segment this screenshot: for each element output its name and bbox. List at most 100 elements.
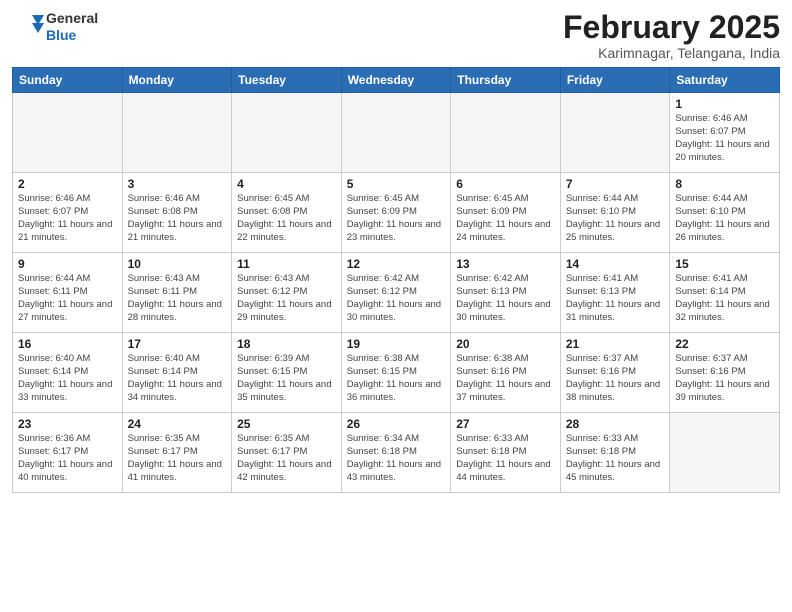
weekday-header-saturday: Saturday	[670, 68, 780, 93]
logo-bird-icon	[12, 11, 44, 43]
day-number: 12	[347, 257, 446, 271]
day-info: Sunrise: 6:33 AMSunset: 6:18 PMDaylight:…	[456, 433, 555, 484]
week-row-4: 23 Sunrise: 6:36 AMSunset: 6:17 PMDayligh…	[13, 413, 780, 493]
day-info: Sunrise: 6:34 AMSunset: 6:18 PMDaylight:…	[347, 433, 446, 484]
day-number: 15	[675, 257, 774, 271]
day-info: Sunrise: 6:46 AMSunset: 6:07 PMDaylight:…	[675, 113, 774, 164]
day-number: 10	[128, 257, 227, 271]
day-cell: 11 Sunrise: 6:43 AMSunset: 6:12 PMDayligh…	[232, 253, 342, 333]
day-number: 17	[128, 337, 227, 351]
day-cell: 8Sunrise: 6:44 AMSunset: 6:10 PMDaylight…	[670, 173, 780, 253]
day-cell: 18Sunrise: 6:39 AMSunset: 6:15 PMDayligh…	[232, 333, 342, 413]
day-number: 13	[456, 257, 555, 271]
day-info: Sunrise: 6:35 AMSunset: 6:17 PMDaylight:…	[128, 433, 227, 484]
day-number: 1	[675, 97, 774, 111]
day-info: Sunrise: 6:41 AMSunset: 6:13 PMDaylight:…	[566, 273, 665, 324]
day-number: 26	[347, 417, 446, 431]
weekday-header-monday: Monday	[122, 68, 232, 93]
day-cell: 5Sunrise: 6:45 AMSunset: 6:09 PMDaylight…	[341, 173, 451, 253]
day-number: 9	[18, 257, 117, 271]
day-number: 22	[675, 337, 774, 351]
logo-container: General Blue	[12, 10, 98, 44]
day-cell: 24Sunrise: 6:35 AMSunset: 6:17 PMDayligh…	[122, 413, 232, 493]
day-info: Sunrise: 6:43 AMSunset: 6:11 PMDaylight:…	[128, 273, 227, 324]
day-cell: 16Sunrise: 6:40 AMSunset: 6:14 PMDayligh…	[13, 333, 123, 413]
day-info: Sunrise: 6:44 AMSunset: 6:11 PMDaylight:…	[18, 273, 117, 324]
day-number: 25	[237, 417, 336, 431]
header: General Blue February 2025 Karimnagar, T…	[12, 10, 780, 61]
day-info: Sunrise: 6:45 AMSunset: 6:08 PMDaylight:…	[237, 193, 336, 244]
day-cell: 3 Sunrise: 6:46 AMSunset: 6:08 PMDaylight…	[122, 173, 232, 253]
day-cell: 21 Sunrise: 6:37 AMSunset: 6:16 PMDayligh…	[560, 333, 670, 413]
day-number: 2	[18, 177, 117, 191]
day-cell: 2 Sunrise: 6:46 AMSunset: 6:07 PMDaylight…	[13, 173, 123, 253]
weekday-header-row: SundayMondayTuesdayWednesdayThursdayFrid…	[13, 68, 780, 93]
day-info: Sunrise: 6:42 AMSunset: 6:12 PMDaylight:…	[347, 273, 446, 324]
day-cell: 15Sunrise: 6:41 AMSunset: 6:14 PMDayligh…	[670, 253, 780, 333]
day-number: 7	[566, 177, 665, 191]
day-info: Sunrise: 6:40 AMSunset: 6:14 PMDaylight:…	[18, 353, 117, 404]
week-row-2: 9 Sunrise: 6:44 AMSunset: 6:11 PMDaylight…	[13, 253, 780, 333]
day-info: Sunrise: 6:37 AMSunset: 6:16 PMDaylight:…	[566, 353, 665, 404]
calendar-table: SundayMondayTuesdayWednesdayThursdayFrid…	[12, 67, 780, 493]
day-number: 21	[566, 337, 665, 351]
week-row-0: 1 Sunrise: 6:46 AMSunset: 6:07 PMDaylight…	[13, 93, 780, 173]
day-number: 20	[456, 337, 555, 351]
day-number: 28	[566, 417, 665, 431]
weekday-header-thursday: Thursday	[451, 68, 561, 93]
day-cell	[670, 413, 780, 493]
day-info: Sunrise: 6:45 AMSunset: 6:09 PMDaylight:…	[347, 193, 446, 244]
weekday-header-sunday: Sunday	[13, 68, 123, 93]
day-cell: 23 Sunrise: 6:36 AMSunset: 6:17 PMDayligh…	[13, 413, 123, 493]
page: General Blue February 2025 Karimnagar, T…	[0, 0, 792, 612]
day-cell	[341, 93, 451, 173]
day-info: Sunrise: 6:36 AMSunset: 6:17 PMDaylight:…	[18, 433, 117, 484]
calendar-subtitle: Karimnagar, Telangana, India	[563, 45, 780, 61]
day-info: Sunrise: 6:35 AMSunset: 6:17 PMDaylight:…	[237, 433, 336, 484]
day-cell: 7 Sunrise: 6:44 AMSunset: 6:10 PMDaylight…	[560, 173, 670, 253]
day-cell	[560, 93, 670, 173]
day-cell: 22 Sunrise: 6:37 AMSunset: 6:16 PMDayligh…	[670, 333, 780, 413]
day-info: Sunrise: 6:42 AMSunset: 6:13 PMDaylight:…	[456, 273, 555, 324]
day-cell: 10 Sunrise: 6:43 AMSunset: 6:11 PMDayligh…	[122, 253, 232, 333]
day-cell: 28 Sunrise: 6:33 AMSunset: 6:18 PMDayligh…	[560, 413, 670, 493]
day-number: 4	[237, 177, 336, 191]
day-number: 14	[566, 257, 665, 271]
week-row-3: 16Sunrise: 6:40 AMSunset: 6:14 PMDayligh…	[13, 333, 780, 413]
day-cell: 19Sunrise: 6:38 AMSunset: 6:15 PMDayligh…	[341, 333, 451, 413]
day-info: Sunrise: 6:43 AMSunset: 6:12 PMDaylight:…	[237, 273, 336, 324]
day-number: 3	[128, 177, 227, 191]
weekday-header-tuesday: Tuesday	[232, 68, 342, 93]
day-info: Sunrise: 6:37 AMSunset: 6:16 PMDaylight:…	[675, 353, 774, 404]
day-cell: 12 Sunrise: 6:42 AMSunset: 6:12 PMDayligh…	[341, 253, 451, 333]
day-info: Sunrise: 6:44 AMSunset: 6:10 PMDaylight:…	[675, 193, 774, 244]
day-cell: 13 Sunrise: 6:42 AMSunset: 6:13 PMDayligh…	[451, 253, 561, 333]
day-cell: 14 Sunrise: 6:41 AMSunset: 6:13 PMDayligh…	[560, 253, 670, 333]
day-info: Sunrise: 6:33 AMSunset: 6:18 PMDaylight:…	[566, 433, 665, 484]
day-cell: 9 Sunrise: 6:44 AMSunset: 6:11 PMDaylight…	[13, 253, 123, 333]
day-cell: 6Sunrise: 6:45 AMSunset: 6:09 PMDaylight…	[451, 173, 561, 253]
day-number: 19	[347, 337, 446, 351]
day-cell: 26 Sunrise: 6:34 AMSunset: 6:18 PMDayligh…	[341, 413, 451, 493]
day-cell	[13, 93, 123, 173]
day-info: Sunrise: 6:46 AMSunset: 6:08 PMDaylight:…	[128, 193, 227, 244]
logo: General Blue	[12, 10, 98, 44]
day-cell: 25 Sunrise: 6:35 AMSunset: 6:17 PMDayligh…	[232, 413, 342, 493]
day-number: 27	[456, 417, 555, 431]
day-info: Sunrise: 6:46 AMSunset: 6:07 PMDaylight:…	[18, 193, 117, 244]
week-row-1: 2 Sunrise: 6:46 AMSunset: 6:07 PMDaylight…	[13, 173, 780, 253]
day-cell	[122, 93, 232, 173]
calendar-title: February 2025	[563, 10, 780, 45]
day-cell: 27 Sunrise: 6:33 AMSunset: 6:18 PMDayligh…	[451, 413, 561, 493]
title-block: February 2025 Karimnagar, Telangana, Ind…	[563, 10, 780, 61]
day-cell: 1 Sunrise: 6:46 AMSunset: 6:07 PMDaylight…	[670, 93, 780, 173]
day-number: 18	[237, 337, 336, 351]
day-number: 11	[237, 257, 336, 271]
day-cell	[232, 93, 342, 173]
day-number: 6	[456, 177, 555, 191]
day-cell: 17Sunrise: 6:40 AMSunset: 6:14 PMDayligh…	[122, 333, 232, 413]
logo-blue-text: Blue	[46, 27, 98, 44]
day-number: 23	[18, 417, 117, 431]
day-info: Sunrise: 6:44 AMSunset: 6:10 PMDaylight:…	[566, 193, 665, 244]
day-cell: 4 Sunrise: 6:45 AMSunset: 6:08 PMDaylight…	[232, 173, 342, 253]
